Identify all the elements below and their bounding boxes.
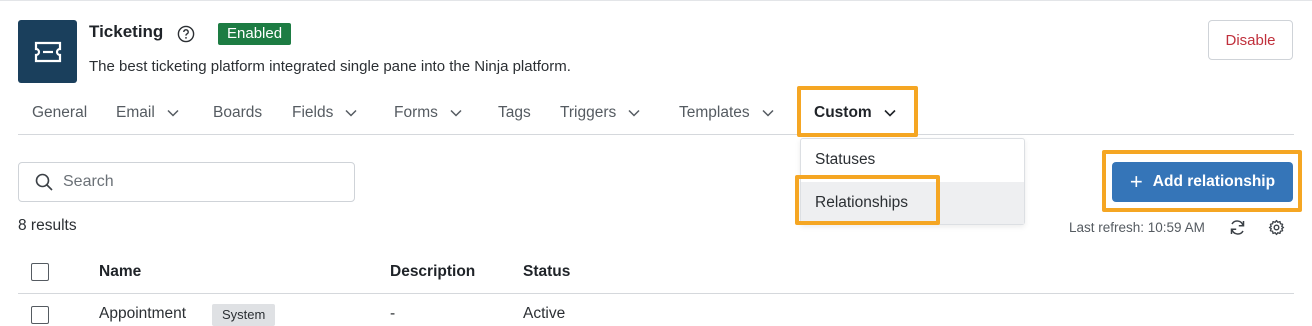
- status-badge: Enabled: [218, 23, 292, 45]
- chevron-down-icon: [628, 109, 640, 117]
- row-status: Active: [523, 305, 566, 322]
- table-row[interactable]: Appointment System - Active: [18, 295, 1294, 326]
- tab-custom[interactable]: Custom: [814, 91, 896, 134]
- row-description: -: [390, 305, 396, 322]
- menu-item-relationships[interactable]: Relationships: [801, 182, 1024, 224]
- tab-email[interactable]: Email: [116, 91, 179, 134]
- tab-triggers[interactable]: Triggers: [560, 91, 640, 134]
- column-header-description[interactable]: Description: [390, 263, 475, 281]
- column-header-status[interactable]: Status: [523, 263, 570, 281]
- chevron-down-icon: [450, 109, 462, 117]
- tab-boards[interactable]: Boards: [213, 91, 262, 134]
- tab-label: Email: [116, 103, 155, 121]
- tab-forms[interactable]: Forms: [394, 91, 462, 134]
- chevron-down-icon: [762, 109, 774, 117]
- results-count: 8 results: [18, 217, 77, 234]
- tab-templates[interactable]: Templates: [679, 91, 774, 134]
- tab-label: Custom: [814, 103, 872, 121]
- tab-label: Fields: [292, 103, 334, 121]
- tab-label: Forms: [394, 103, 438, 121]
- tab-label: Triggers: [560, 103, 617, 121]
- search-box[interactable]: [18, 162, 355, 202]
- help-icon[interactable]: [177, 25, 195, 43]
- system-tag: System: [212, 304, 276, 326]
- chevron-down-icon: [345, 109, 357, 117]
- gear-icon[interactable]: [1268, 219, 1285, 236]
- tab-general[interactable]: General: [32, 91, 87, 134]
- app-description: The best ticketing platform integrated s…: [89, 58, 571, 75]
- page-title: Ticketing: [89, 22, 164, 41]
- ticket-icon: [18, 20, 77, 83]
- row-name: Appointment: [99, 305, 187, 322]
- refresh-icon[interactable]: [1229, 219, 1246, 236]
- row-checkbox[interactable]: [31, 306, 49, 324]
- column-header-name[interactable]: Name: [99, 263, 141, 281]
- chevron-down-icon: [884, 109, 896, 117]
- tab-label: Boards: [213, 103, 263, 121]
- tab-tags[interactable]: Tags: [498, 91, 531, 134]
- tab-label: Templates: [679, 103, 750, 121]
- custom-dropdown-menu: Statuses Relationships: [800, 138, 1025, 225]
- chevron-down-icon: [167, 109, 179, 117]
- plus-icon: +: [1129, 169, 1143, 194]
- top-divider: [0, 0, 1312, 1]
- tab-fields[interactable]: Fields: [292, 91, 357, 134]
- table-header: Name Description Status: [18, 250, 1294, 294]
- search-icon: [35, 173, 53, 191]
- tab-label: Tags: [498, 103, 531, 121]
- add-relationship-label: Add relationship: [1152, 173, 1276, 190]
- disable-button[interactable]: Disable: [1208, 20, 1293, 60]
- add-relationship-button[interactable]: + Add relationship: [1112, 162, 1293, 202]
- search-input[interactable]: [63, 173, 343, 191]
- last-refresh-time: Last refresh: 10:59 AM: [1069, 220, 1205, 235]
- tab-label: General: [32, 103, 88, 121]
- menu-item-statuses[interactable]: Statuses: [801, 139, 1024, 181]
- select-all-checkbox[interactable]: [31, 263, 49, 281]
- tab-bar: General Email Boards Fields Forms Tags T…: [18, 91, 1294, 135]
